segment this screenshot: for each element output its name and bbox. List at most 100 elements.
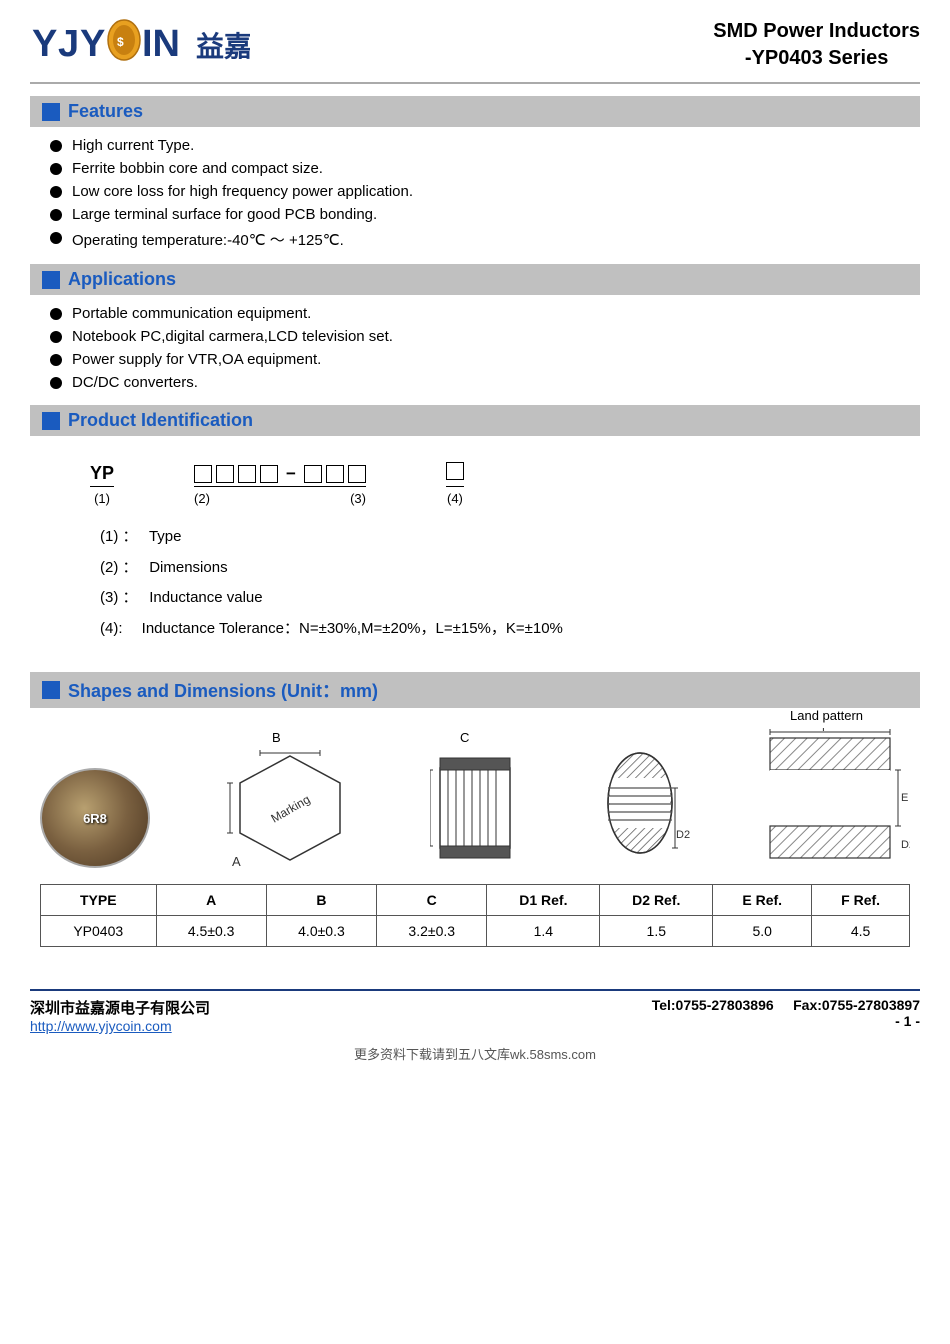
logo-area: Y J Y $ IN 益嘉源: [30, 18, 250, 66]
application-text: Portable communication equipment.: [72, 305, 311, 322]
watermark-text: 更多资料下载请到五八文库wk.58sms.com: [354, 1047, 596, 1062]
svg-text:益嘉源: 益嘉源: [196, 31, 250, 62]
bullet-dot: [50, 377, 62, 389]
pn-box: [348, 465, 366, 483]
pn-box: [326, 465, 344, 483]
feature-text: Low core loss for high frequency power a…: [72, 183, 413, 200]
shapes-blue-square: [42, 681, 60, 699]
cell-d2: 1.5: [600, 916, 713, 947]
pn-block-4: (4): [446, 462, 464, 506]
table-header-row: TYPE A B C D1 Ref. D2 Ref. E Ref. F Ref.: [41, 885, 910, 916]
shapes-title: Shapes and Dimensions (Unit：mm): [68, 677, 378, 703]
bullet-dot: [50, 354, 62, 366]
prod-id-field-1: (1) ： Type: [100, 526, 890, 549]
svg-text:Y: Y: [32, 23, 57, 65]
footer-left: 深圳市益嘉源电子有限公司 http://www.yjycoin.com: [30, 997, 210, 1034]
list-item: Notebook PC,digital carmera,LCD televisi…: [50, 328, 920, 345]
product-id-content: YP (1) − (2): [30, 446, 920, 660]
features-title: Features: [68, 101, 143, 122]
main-title: SMD Power Inductors: [713, 18, 920, 45]
table-header-b: B: [266, 885, 376, 916]
feature-text: Ferrite bobbin core and compact size.: [72, 160, 323, 177]
part-number-diagram: YP (1) − (2): [90, 462, 890, 506]
svg-text:D2: D2: [901, 839, 910, 851]
company-url[interactable]: http://www.yjycoin.com: [30, 1018, 210, 1034]
pn-block-1: YP (1): [90, 463, 114, 506]
svg-text:F: F: [822, 728, 829, 734]
tel: Tel:0755-27803896: [652, 997, 774, 1013]
table-header-d2: D2 Ref.: [600, 885, 713, 916]
shapes-content: 6R8 B Marking A: [30, 718, 920, 975]
feature-text: High current Type.: [72, 137, 194, 154]
svg-text:A: A: [232, 854, 241, 868]
application-text: DC/DC converters.: [72, 374, 198, 391]
table-row: YP0403 4.5±0.3 4.0±0.3 3.2±0.3 1.4 1.5 5…: [41, 916, 910, 947]
land-pattern-area: Land pattern: [760, 728, 910, 868]
product-id-title: Product Identification: [68, 410, 253, 431]
diagrams-row: 6R8 B Marking A: [40, 728, 910, 868]
land-pattern-label: Land pattern: [790, 708, 863, 723]
inductor-label: 6R8: [83, 811, 107, 826]
bullet-dot: [50, 163, 62, 175]
top-view-area: B Marking A: [220, 748, 360, 868]
applications-list: Portable communication equipment. Notebo…: [50, 305, 920, 391]
list-item: Low core loss for high frequency power a…: [50, 183, 920, 200]
table-header-c: C: [377, 885, 487, 916]
pn-boxes-4: [446, 462, 464, 487]
table-header-type: TYPE: [41, 885, 157, 916]
table-header-a: A: [156, 885, 266, 916]
cell-type: YP0403: [41, 916, 157, 947]
pn-prefix: YP: [90, 463, 114, 487]
footer-right: Tel:0755-27803896 Fax:0755-27803897 - 1 …: [652, 997, 920, 1029]
cell-e: 5.0: [713, 916, 812, 947]
svg-text:$: $: [117, 35, 124, 49]
table-header-d1: D1 Ref.: [487, 885, 600, 916]
company-url-link[interactable]: http://www.yjycoin.com: [30, 1018, 172, 1034]
header: Y J Y $ IN 益嘉源 SMD Power Inductors -YP04…: [30, 18, 920, 84]
bullet-dot: [50, 331, 62, 343]
list-item: Ferrite bobbin core and compact size.: [50, 160, 920, 177]
pn-box: [216, 465, 234, 483]
cell-f: 4.5: [812, 916, 910, 947]
table-header-e: E Ref.: [713, 885, 812, 916]
company-name: 深圳市益嘉源电子有限公司: [30, 997, 210, 1018]
pn-prefix-text: YP: [90, 463, 114, 483]
shapes-section-header: Shapes and Dimensions (Unit：mm): [30, 672, 920, 708]
cell-d1: 1.4: [487, 916, 600, 947]
inductor-photo-area: 6R8: [40, 768, 150, 868]
prod-id-field-4: (4): Inductance Tolerance：N=±30%,M=±20%，…: [100, 618, 890, 641]
title-area: SMD Power Inductors -YP0403 Series: [713, 18, 920, 72]
page-number: - 1 -: [652, 1013, 920, 1029]
table-header-f: F Ref.: [812, 885, 910, 916]
features-blue-square: [42, 103, 60, 121]
bullet-dot: [50, 308, 62, 320]
features-list: High current Type. Ferrite bobbin core a…: [50, 137, 920, 250]
bullet-dot: [50, 209, 62, 221]
logo-icon: Y J Y $ IN 益嘉源: [30, 18, 250, 66]
feature-text: Large terminal surface for good PCB bond…: [72, 206, 377, 223]
cell-c: 3.2±0.3: [377, 916, 487, 947]
side-view-c-area: C: [430, 748, 520, 868]
list-item: Large terminal surface for good PCB bond…: [50, 206, 920, 223]
applications-title: Applications: [68, 269, 176, 290]
pn-box: [194, 465, 212, 483]
feature-text: Operating temperature:-40℃ ～ +125℃.: [72, 229, 344, 250]
top-view-svg: Marking A: [220, 748, 360, 868]
svg-text:J: J: [58, 23, 79, 65]
application-text: Notebook PC,digital carmera,LCD televisi…: [72, 328, 393, 345]
sub-title: -YP0403 Series: [713, 45, 920, 72]
pn-box: [446, 462, 464, 480]
bullet-dot: [50, 140, 62, 152]
list-item: DC/DC converters.: [50, 374, 920, 391]
prod-id-items: (1) ： Type (2) ： Dimensions (3) ： Induct…: [100, 526, 890, 640]
list-item: Portable communication equipment.: [50, 305, 920, 322]
side-view-d-svg: D1 D2: [590, 738, 690, 868]
side-view-d-area: D1 D2: [590, 738, 690, 868]
label-b: B: [272, 730, 281, 745]
bullet-dot: [50, 186, 62, 198]
watermark-bar: 更多资料下载请到五八文库wk.58sms.com: [30, 1044, 920, 1063]
pn-label-4: (4): [447, 491, 463, 506]
features-section-header: Features: [30, 96, 920, 127]
contact-info: Tel:0755-27803896 Fax:0755-27803897: [652, 997, 920, 1013]
list-item: High current Type.: [50, 137, 920, 154]
